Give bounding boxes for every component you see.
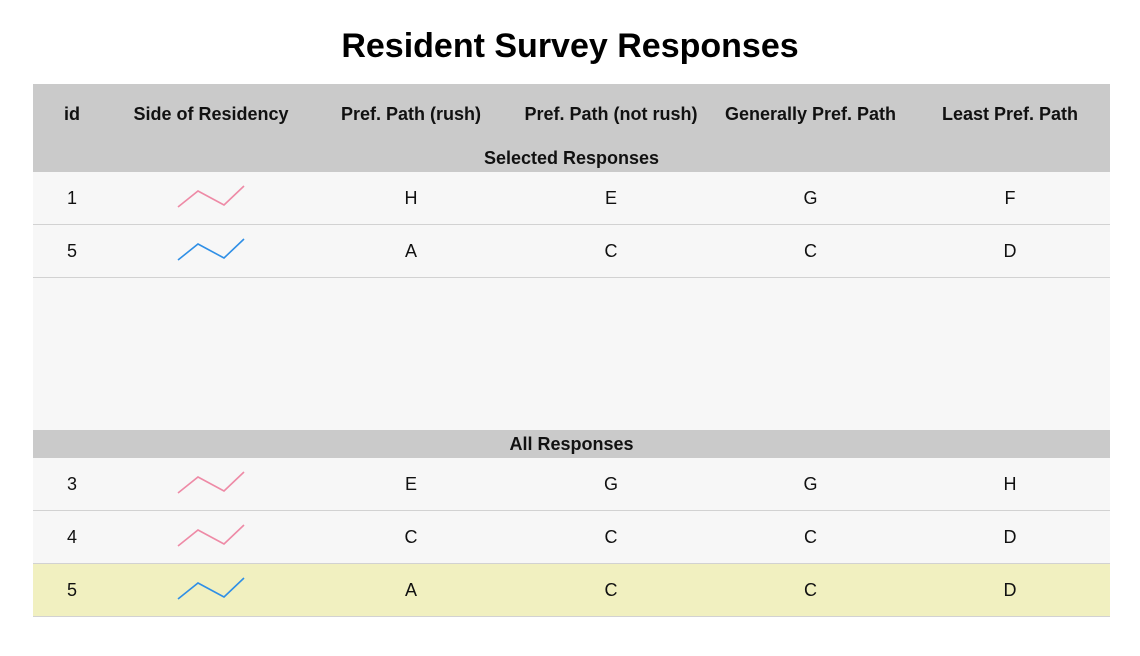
cell-id: 5 <box>66 579 77 600</box>
cell-side <box>111 575 311 605</box>
cell-side <box>111 236 311 266</box>
cell-least: D <box>1003 240 1017 261</box>
cell-not-rush: C <box>604 579 618 600</box>
pink-sparkline-icon <box>177 471 245 494</box>
column-header-rush[interactable]: Pref. Path (rush) <box>311 104 511 125</box>
blue-sparkline-icon <box>177 577 245 600</box>
column-header-side[interactable]: Side of Residency <box>111 104 311 125</box>
cell-general: G <box>803 473 818 494</box>
blue-sparkline-icon <box>177 238 245 261</box>
table-row[interactable]: 4 C C C D <box>33 511 1110 564</box>
cell-not-rush: C <box>604 240 618 261</box>
cell-general: G <box>803 187 818 208</box>
cell-general: C <box>804 526 817 547</box>
column-header-general[interactable]: Generally Pref. Path <box>711 104 910 125</box>
cell-not-rush: C <box>604 526 618 547</box>
table-header: id Side of Residency Pref. Path (rush) P… <box>33 84 1110 144</box>
cell-rush: H <box>404 187 418 208</box>
cell-least: F <box>1004 187 1016 208</box>
table-row[interactable]: 3 E G G H <box>33 458 1110 511</box>
column-header-not-rush[interactable]: Pref. Path (not rush) <box>511 104 711 125</box>
cell-rush: A <box>404 240 417 261</box>
cell-general: C <box>804 579 817 600</box>
cell-rush: E <box>404 473 417 494</box>
page-title: Resident Survey Responses <box>341 27 799 65</box>
cell-id: 3 <box>66 473 77 494</box>
column-header-least[interactable]: Least Pref. Path <box>910 104 1110 125</box>
table-row[interactable]: 1 H E G F <box>33 172 1110 225</box>
cell-general: C <box>804 240 817 261</box>
page: Resident Survey Responses id Side of Res… <box>0 0 1140 656</box>
cell-id: 5 <box>66 240 77 261</box>
cell-rush: A <box>404 579 417 600</box>
cell-least: D <box>1003 526 1017 547</box>
empty-selection-area <box>33 278 1110 430</box>
cell-not-rush: G <box>603 473 618 494</box>
pink-sparkline-icon <box>177 524 245 547</box>
cell-id: 1 <box>66 187 77 208</box>
pink-sparkline-icon <box>177 185 245 208</box>
cell-not-rush: E <box>604 187 617 208</box>
section-header-selected: Selected Responses <box>33 144 1110 172</box>
section-header-all: All Responses <box>33 430 1110 458</box>
cell-side <box>111 522 311 552</box>
cell-side <box>111 469 311 499</box>
table-row-highlighted[interactable]: 5 A C C D <box>33 564 1110 617</box>
cell-least: H <box>1003 473 1017 494</box>
cell-least: D <box>1003 579 1017 600</box>
responses-table: id Side of Residency Pref. Path (rush) P… <box>33 84 1110 617</box>
cell-id: 4 <box>66 526 77 547</box>
table-row[interactable]: 5 A C C D <box>33 225 1110 278</box>
column-header-id[interactable]: id <box>33 104 111 125</box>
cell-rush: C <box>404 526 418 547</box>
cell-side <box>111 183 311 213</box>
